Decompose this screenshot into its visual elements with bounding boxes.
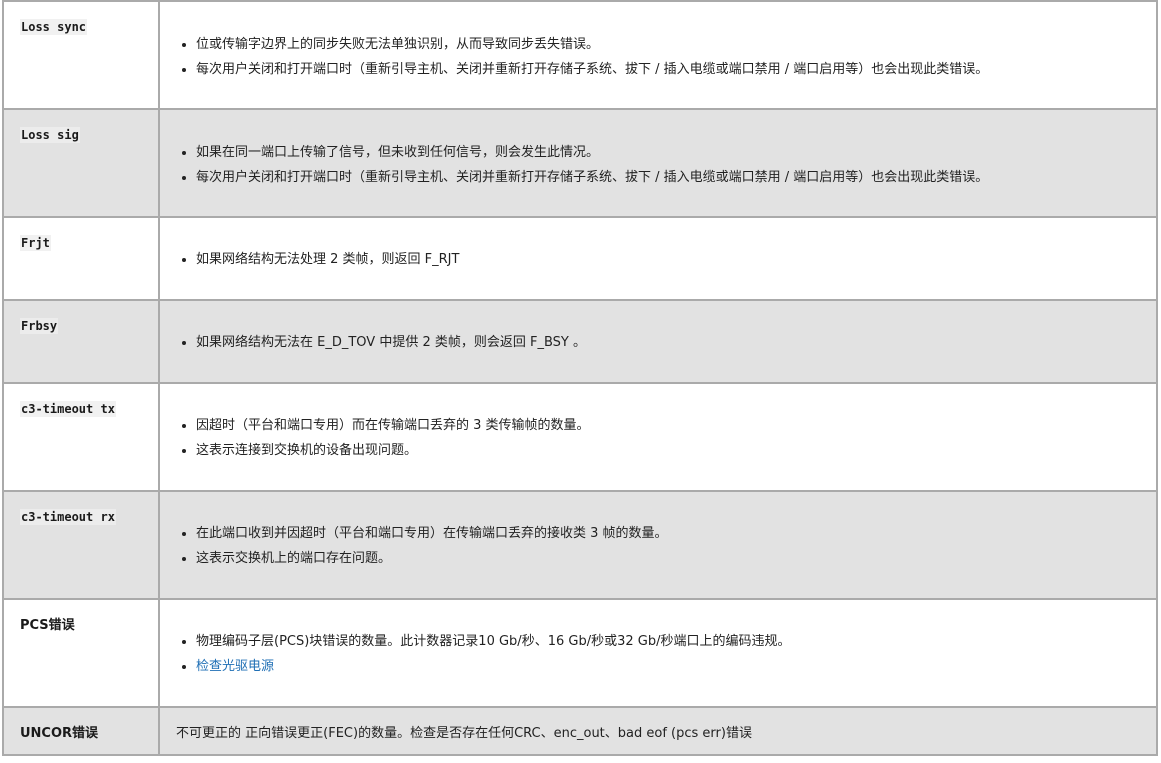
term-cell: Loss sync xyxy=(2,0,160,110)
description-prefix: 不可更正的 xyxy=(176,726,246,741)
description-cell: 如果网络结构无法处理 2 类帧，则返回 F_RJT xyxy=(158,216,1158,301)
table-row: Loss sync 位或传输字边界上的同步失败无法单独识别，从而导致同步丢失错误… xyxy=(2,0,1158,110)
check-optics-power-link[interactable]: 检查光驱电源 xyxy=(196,659,274,674)
term-cell: Frjt xyxy=(2,216,160,301)
table-row: Frbsy 如果网络结构无法在 E_D_TOV 中提供 2 类帧，则会返回 F_… xyxy=(2,299,1158,384)
list-item: 在此端口收到并因超时（平台和端口专用）在传输端口丢弃的接收类 3 帧的数量。 xyxy=(196,521,1156,546)
bullet-list: 物理编码子层(PCS)块错误的数量。此计数器记录10 Gb/秒、16 Gb/秒或… xyxy=(176,629,1156,679)
description-cell: 位或传输字边界上的同步失败无法单独识别，从而导致同步丢失错误。 每次用户关闭和打… xyxy=(158,0,1158,110)
list-item: 位或传输字边界上的同步失败无法单独识别，从而导致同步丢失错误。 xyxy=(196,32,1156,57)
term-cell: UNCOR错误 xyxy=(2,706,160,756)
term-code: Frjt xyxy=(20,235,51,251)
bullet-list: 在此端口收到并因超时（平台和端口专用）在传输端口丢弃的接收类 3 帧的数量。 这… xyxy=(176,521,1156,571)
list-item: 如果网络结构无法处理 2 类帧，则返回 F_RJT xyxy=(196,247,1156,272)
term-cell: PCS错误 xyxy=(2,598,160,708)
fec-link[interactable]: 正向错误更正(FEC) xyxy=(245,726,358,741)
list-item: 物理编码子层(PCS)块错误的数量。此计数器记录10 Gb/秒、16 Gb/秒或… xyxy=(196,629,1156,654)
list-item: 这表示交换机上的端口存在问题。 xyxy=(196,546,1156,571)
description-cell: 如果网络结构无法在 E_D_TOV 中提供 2 类帧，则会返回 F_BSY 。 xyxy=(158,299,1158,384)
list-item: 每次用户关闭和打开端口时（重新引导主机、关闭并重新打开存储子系统、拔下 / 插入… xyxy=(196,165,1156,190)
bullet-list: 如果网络结构无法处理 2 类帧，则返回 F_RJT xyxy=(176,247,1156,272)
table-row: c3-timeout tx 因超时（平台和端口专用）而在传输端口丢弃的 3 类传… xyxy=(2,382,1158,492)
term-cell: c3-timeout rx xyxy=(2,490,160,600)
table-row: PCS错误 物理编码子层(PCS)块错误的数量。此计数器记录10 Gb/秒、16… xyxy=(2,598,1158,708)
term-cell: c3-timeout tx xyxy=(2,382,160,492)
list-item: 如果在同一端口上传输了信号，但未收到任何信号，则会发生此情况。 xyxy=(196,140,1156,165)
list-item: 每次用户关闭和打开端口时（重新引导主机、关闭并重新打开存储子系统、拔下 / 插入… xyxy=(196,57,1156,82)
bullet-list: 如果在同一端口上传输了信号，但未收到任何信号，则会发生此情况。 每次用户关闭和打… xyxy=(176,140,1156,190)
description-cell: 物理编码子层(PCS)块错误的数量。此计数器记录10 Gb/秒、16 Gb/秒或… xyxy=(158,598,1158,708)
table-row: UNCOR错误 不可更正的 正向错误更正(FEC)的数量。检查是否存在任何CRC… xyxy=(2,706,1158,756)
list-item: 因超时（平台和端口专用）而在传输端口丢弃的 3 类传输帧的数量。 xyxy=(196,413,1156,438)
term-label: UNCOR错误 xyxy=(20,726,99,741)
description-cell: 在此端口收到并因超时（平台和端口专用）在传输端口丢弃的接收类 3 帧的数量。 这… xyxy=(158,490,1158,600)
term-cell: Frbsy xyxy=(2,299,160,384)
bullet-list: 位或传输字边界上的同步失败无法单独识别，从而导致同步丢失错误。 每次用户关闭和打… xyxy=(176,32,1156,82)
description-cell: 不可更正的 正向错误更正(FEC)的数量。检查是否存在任何CRC、enc_out… xyxy=(158,706,1158,756)
term-code: Frbsy xyxy=(20,318,59,334)
term-code: c3-timeout rx xyxy=(20,509,116,525)
term-cell: Loss sig xyxy=(2,108,160,218)
description-cell: 因超时（平台和端口专用）而在传输端口丢弃的 3 类传输帧的数量。 这表示连接到交… xyxy=(158,382,1158,492)
list-item: 这表示连接到交换机的设备出现问题。 xyxy=(196,438,1156,463)
table-row: Loss sig 如果在同一端口上传输了信号，但未收到任何信号，则会发生此情况。… xyxy=(2,108,1158,218)
table-row: Frjt 如果网络结构无法处理 2 类帧，则返回 F_RJT xyxy=(2,216,1158,301)
error-counter-table: Loss sync 位或传输字边界上的同步失败无法单独识别，从而导致同步丢失错误… xyxy=(2,0,1158,756)
table-row: c3-timeout rx 在此端口收到并因超时（平台和端口专用）在传输端口丢弃… xyxy=(2,490,1158,600)
term-code: c3-timeout tx xyxy=(20,401,116,417)
bullet-list: 如果网络结构无法在 E_D_TOV 中提供 2 类帧，则会返回 F_BSY 。 xyxy=(176,330,1156,355)
list-item: 如果网络结构无法在 E_D_TOV 中提供 2 类帧，则会返回 F_BSY 。 xyxy=(196,330,1156,355)
bullet-list: 因超时（平台和端口专用）而在传输端口丢弃的 3 类传输帧的数量。 这表示连接到交… xyxy=(176,413,1156,463)
term-code: Loss sync xyxy=(20,19,88,35)
term-code: Loss sig xyxy=(20,127,80,143)
list-item: 检查光驱电源 xyxy=(196,654,1156,679)
term-label: PCS错误 xyxy=(20,618,75,633)
description-suffix: 的数量。检查是否存在任何CRC、enc_out、bad eof (pcs err… xyxy=(358,726,752,741)
description-cell: 如果在同一端口上传输了信号，但未收到任何信号，则会发生此情况。 每次用户关闭和打… xyxy=(158,108,1158,218)
